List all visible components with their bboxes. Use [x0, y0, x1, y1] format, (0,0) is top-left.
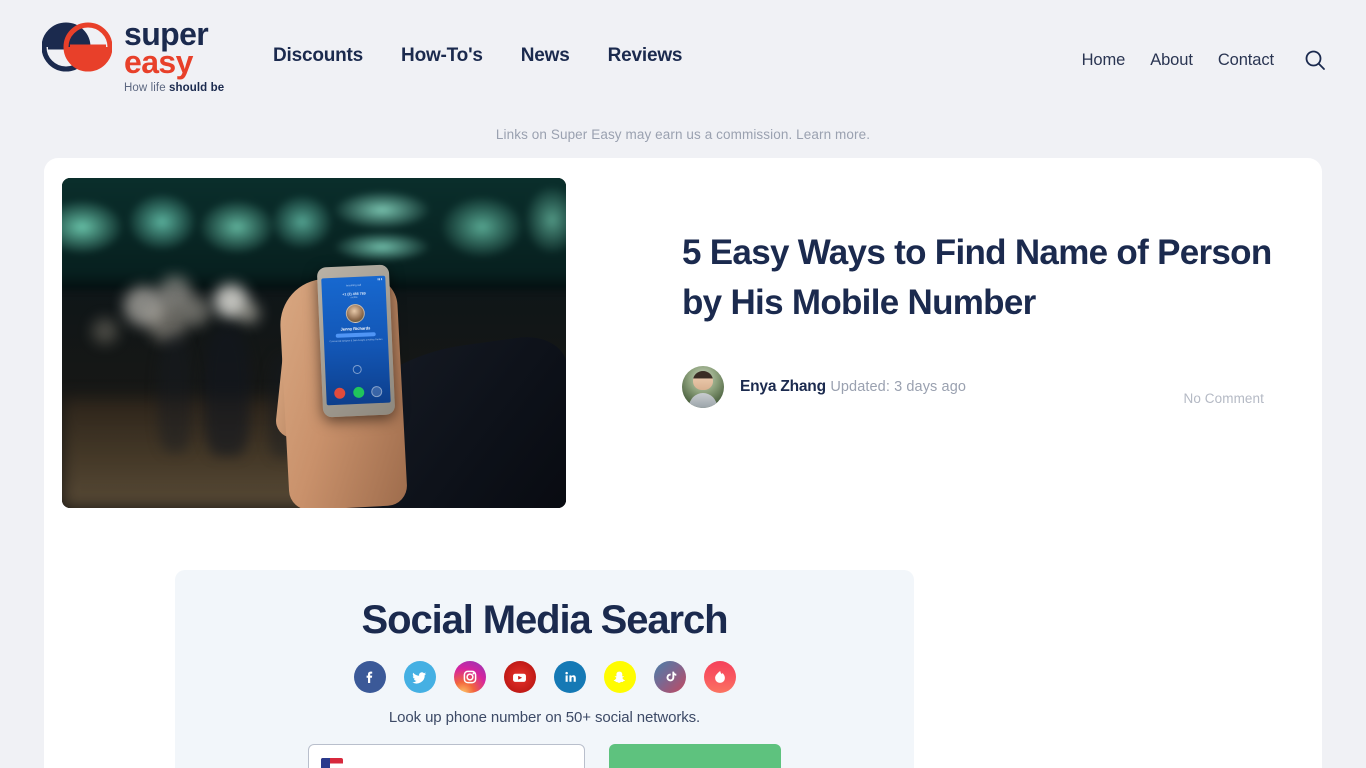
- page-root: super easy How life should be Discounts …: [0, 0, 1366, 768]
- youtube-icon[interactable]: [503, 661, 536, 693]
- phone-call-actions: [326, 385, 390, 400]
- hero-phone: ▮▮ ▮ Incoming call +1 (2) 456 789 mobile…: [316, 264, 396, 418]
- tagline-prefix: How life: [124, 82, 169, 95]
- social-media-search-widget: Social Media Search Look up phone number…: [175, 570, 914, 768]
- brand-wordmark: super easy: [124, 18, 209, 81]
- article-header: 5 Easy Ways to Find Name of Person by Hi…: [682, 228, 1282, 327]
- call-options-icon: [371, 385, 383, 398]
- article-updated-date: Updated: 3 days ago: [830, 379, 967, 395]
- decline-call-icon: [333, 387, 346, 400]
- nav-item-contact[interactable]: Contact: [1218, 51, 1274, 70]
- social-search-submit-button[interactable]: [609, 744, 781, 768]
- phone-caller-desc: Commercial designer & Data Analyst at As…: [329, 338, 383, 343]
- disclaimer-text: Links on Super Easy may earn us a commis…: [495, 127, 793, 142]
- phone-call-label: Incoming call: [345, 283, 362, 288]
- secondary-navigation: Home About Contact: [1082, 47, 1328, 73]
- phone-chevron-up-icon: [352, 364, 362, 375]
- site-header: super easy How life should be Discounts …: [0, 0, 1366, 112]
- nav-item-about[interactable]: About: [1150, 51, 1193, 70]
- super-easy-logo-icon: [41, 19, 113, 75]
- page-title: 5 Easy Ways to Find Name of Person by Hi…: [682, 233, 1272, 322]
- nav-item-news[interactable]: News: [521, 45, 570, 67]
- us-flag-icon[interactable]: [321, 758, 343, 768]
- tagline-bold: should be: [169, 82, 225, 95]
- brand-word-easy: easy: [124, 44, 193, 81]
- phone-caller-name: Jenny Richards: [340, 325, 371, 332]
- social-search-form: [175, 744, 914, 768]
- social-search-title: Social Media Search: [361, 598, 729, 642]
- accept-call-icon: [352, 386, 364, 399]
- hero-background: ▮▮ ▮ Incoming call +1 (2) 456 789 mobile…: [62, 178, 566, 508]
- twitter-icon[interactable]: [403, 661, 436, 693]
- primary-navigation: Discounts How-To's News Reviews: [273, 45, 682, 67]
- tiktok-icon[interactable]: [653, 661, 686, 693]
- nav-item-home[interactable]: Home: [1082, 51, 1126, 70]
- phone-caller-tag: [335, 332, 376, 338]
- tinder-icon[interactable]: [703, 661, 736, 693]
- disclaimer-learn-more-link[interactable]: Learn more.: [796, 127, 870, 142]
- nav-item-reviews[interactable]: Reviews: [608, 45, 683, 67]
- article-byline: Enya Zhang Updated: 3 days ago No Commen…: [682, 366, 1282, 408]
- brand-logo[interactable]: super easy How life should be: [41, 18, 272, 98]
- search-icon[interactable]: [1302, 47, 1328, 73]
- article-card: ▮▮ ▮ Incoming call +1 (2) 456 789 mobile…: [44, 158, 1322, 768]
- snapchat-icon[interactable]: [603, 661, 636, 693]
- social-search-subtitle: Look up phone number on 50+ social netwo…: [388, 709, 701, 726]
- brand-tagline: How life should be: [124, 82, 272, 94]
- social-network-icons: [175, 661, 914, 693]
- affiliate-disclaimer: Links on Super Easy may earn us a commis…: [0, 127, 1366, 142]
- phone-caller-avatar: [344, 303, 365, 324]
- article-hero-image: ▮▮ ▮ Incoming call +1 (2) 456 789 mobile…: [62, 178, 566, 508]
- linkedin-icon[interactable]: [553, 661, 586, 693]
- author-avatar: [682, 366, 724, 408]
- byline-text: Enya Zhang Updated: 3 days ago: [740, 378, 966, 396]
- phone-status-bar: ▮▮ ▮: [377, 277, 383, 282]
- facebook-icon[interactable]: [353, 661, 386, 693]
- author-name[interactable]: Enya Zhang: [740, 378, 826, 395]
- nav-item-how-tos[interactable]: How-To's: [401, 45, 483, 67]
- hero-departure-board: [62, 178, 566, 290]
- instagram-icon[interactable]: [453, 661, 486, 693]
- nav-item-discounts[interactable]: Discounts: [273, 45, 363, 67]
- comment-count[interactable]: No Comment: [1183, 391, 1264, 406]
- phone-call-screen: ▮▮ ▮ Incoming call +1 (2) 456 789 mobile…: [321, 275, 391, 406]
- phone-number-input[interactable]: [308, 744, 585, 768]
